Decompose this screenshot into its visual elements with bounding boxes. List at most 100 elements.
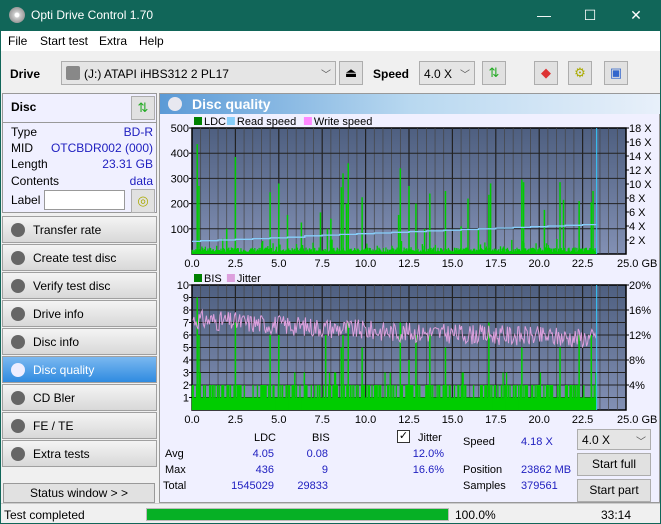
speed-label: Speed <box>373 67 410 81</box>
x-tick-label: 5.0 <box>271 414 286 424</box>
progress-bar <box>146 508 449 521</box>
refresh-button[interactable]: ⇅ <box>482 61 506 85</box>
disc-nav-icon <box>11 335 25 349</box>
nav-label: Drive info <box>33 307 84 321</box>
panel-header: Disc quality <box>160 94 660 114</box>
disc-quality-icon <box>168 97 182 111</box>
y-tick-label: 300 <box>171 173 189 185</box>
left-panel: Disc ⇅ Type BD-R MID OTCBDR002 (000) Lengt… <box>1 93 158 503</box>
disc-label-input[interactable] <box>44 190 125 210</box>
menu-file[interactable]: File <box>8 34 27 48</box>
disc-nav-icon <box>11 391 25 405</box>
y-tick-label: 4 <box>183 355 189 367</box>
eject-icon: ⏏ <box>344 65 358 80</box>
nav-label: Disc info <box>33 335 80 349</box>
legend-swatch <box>226 117 235 125</box>
nav-verify-test-disc[interactable]: Verify test disc <box>2 272 157 299</box>
nav-fe-te[interactable]: FE / TE <box>2 412 157 439</box>
progress-text: 100.0% <box>455 508 496 522</box>
menu-extra[interactable]: Extra <box>99 34 127 48</box>
drive-label: Drive <box>10 67 41 81</box>
speed-stat-value: 4.18 X <box>521 436 553 448</box>
test-speed-value: 4.0 X <box>582 433 611 447</box>
samples-label: Samples <box>463 480 506 492</box>
x-tick-label: 10.0 <box>355 414 376 424</box>
menu-help[interactable]: Help <box>139 34 164 48</box>
disc-contents-row: Contents data <box>11 174 153 188</box>
y2-tick-label: 16 X <box>629 137 652 149</box>
start-full-button[interactable]: Start full <box>577 453 651 476</box>
nav-extra-tests[interactable]: Extra tests <box>2 440 157 467</box>
legend-swatch <box>303 117 312 125</box>
status-text: Test completed <box>4 508 85 522</box>
samples-value: 379561 <box>521 480 558 492</box>
menu-start-test[interactable]: Start test <box>40 34 88 48</box>
ldc-chart: LDC Read speed Write speed0.0 2.5 5.0 7.5 10.0… <box>171 116 658 270</box>
disc-nav-icon <box>11 363 25 377</box>
disc-contents-value: data <box>129 174 153 188</box>
panel-title: Disc quality <box>192 96 271 112</box>
test-speed-select[interactable]: 4.0 X ﹀ <box>577 429 651 450</box>
disc-type-value: BD-R <box>123 125 153 139</box>
y2-tick-label: 12 X <box>629 165 652 177</box>
eject-button[interactable]: ⏏ <box>339 61 363 85</box>
y2-tick-label: 2 X <box>629 235 646 247</box>
y2-tick-label: 10 X <box>629 179 652 191</box>
minimize-button[interactable]: — <box>521 0 567 31</box>
nav-label: Extra tests <box>33 447 90 461</box>
save-button[interactable]: ▣ <box>604 61 628 85</box>
erase-button[interactable]: ◆ <box>534 61 558 85</box>
x-tick-label: 22.5 <box>572 414 593 424</box>
disc-length-label: Length <box>11 157 48 171</box>
status-window-button[interactable]: Status window > > <box>3 483 155 503</box>
disc-quality-panel: Disc quality LDC Read speed Write speed 0.0… <box>159 93 660 503</box>
disc-refresh-button[interactable]: ⇅ <box>131 96 155 120</box>
app-window: Opti Drive Control 1.70 — ☐ ✕ File Start… <box>1 0 660 523</box>
jitter-checkbox[interactable]: ✓ <box>397 430 410 443</box>
y2-tick-label: 18 X <box>629 123 652 135</box>
nav-label: Transfer rate <box>33 223 102 237</box>
title-bar: Opti Drive Control 1.70 — ☐ ✕ <box>1 0 660 31</box>
nav-transfer-rate[interactable]: Transfer rate <box>2 216 157 243</box>
toolbar: Drive (J:) ATAPI iHBS312 2 PL17 ﹀ ⏏ Spee… <box>1 51 660 93</box>
y-tick-label: 9 <box>183 293 189 305</box>
nav-drive-info[interactable]: Drive info <box>2 300 157 327</box>
start-part-button[interactable]: Start part <box>577 479 651 502</box>
col-bis-header: BIS <box>312 432 330 444</box>
window-title: Opti Drive Control 1.70 <box>31 8 154 22</box>
settings-button[interactable]: ⚙ <box>568 61 592 85</box>
nav-label: CD Bler <box>33 391 76 405</box>
x-tick-label: 15.0 <box>442 414 463 424</box>
y-tick-label: 100 <box>171 224 189 236</box>
y2-tick-label: 14 X <box>629 151 652 163</box>
max-ldc: 436 <box>255 464 274 476</box>
position-label: Position <box>463 464 503 476</box>
speed-select[interactable]: 4.0 X ﹀ <box>419 61 475 85</box>
progress-fill <box>147 509 448 520</box>
disc-nav-icon <box>11 223 25 237</box>
nav-cd-bler[interactable]: CD Bler <box>2 384 157 411</box>
nav-disc-info[interactable]: Disc info <box>2 328 157 355</box>
disc-length-value: 23.31 GB <box>102 157 153 171</box>
disc-icon: ◎ <box>137 193 149 208</box>
total-label: Total <box>163 480 187 492</box>
x-tick-label: 25.0 GB <box>617 414 657 424</box>
disc-type-label: Type <box>11 125 38 139</box>
refresh-icon: ⇅ <box>137 100 149 115</box>
disc-label-button[interactable]: ◎ <box>131 189 155 213</box>
y-tick-label: 5 <box>183 343 189 355</box>
close-button[interactable]: ✕ <box>613 0 659 31</box>
maximize-button[interactable]: ☐ <box>567 0 613 31</box>
position-value: 23862 MB <box>521 464 572 476</box>
avg-jitter: 12.0% <box>412 448 444 460</box>
y2-tick-label: 20% <box>629 280 651 292</box>
y2-tick-label: 12% <box>629 330 651 342</box>
nav-disc-quality[interactable]: Disc quality <box>2 356 157 383</box>
speed-select-value: 4.0 X <box>424 67 453 81</box>
disc-type-row: Type BD-R <box>11 125 153 139</box>
nav-create-test-disc[interactable]: Create test disc <box>2 244 157 271</box>
drive-select[interactable]: (J:) ATAPI iHBS312 2 PL17 ﹀ <box>61 61 336 85</box>
x-tick-label: 7.5 <box>315 414 330 424</box>
menu-bar: File Start test Extra Help <box>1 31 660 51</box>
y-tick-label: 6 <box>183 330 189 342</box>
